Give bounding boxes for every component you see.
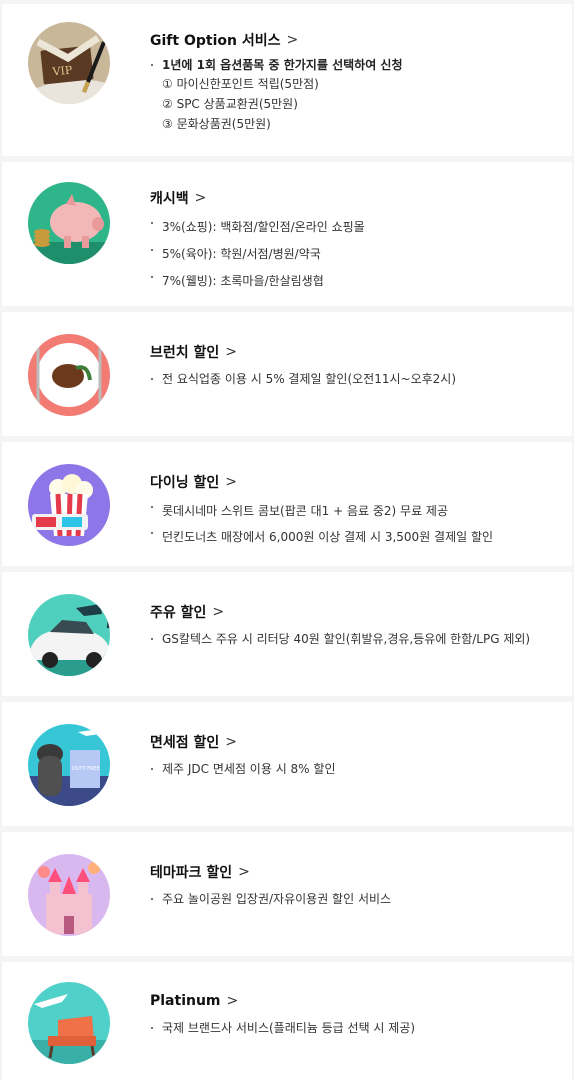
benefit-card-dining: 다이닝 할인 > 롯데시네마 스위트 콤보(팝콘 대1 + 음료 중2) 무료 …	[2, 442, 572, 566]
chevron-right-icon: >	[286, 32, 299, 48]
steak-plate-image	[28, 334, 110, 416]
chevron-right-icon: >	[238, 864, 250, 880]
benefit-card-cashback: 캐시백 > 3%(쇼핑): 백화점/할인점/온라인 쇼핑몰 5%(육아): 학원…	[2, 162, 572, 306]
benefit-card-duty-free: DUTY FREE 면세점 할인 > 제주 JDC 면세점 이용 시 8% 할인	[2, 702, 572, 826]
benefit-item: 던킨도너츠 매장에서 6,000원 이상 결제 시 3,500원 결제일 할인	[150, 524, 562, 550]
chevron-right-icon: >	[225, 734, 238, 750]
airplane-lounge-chair-image	[28, 982, 110, 1064]
benefit-subitem: ③ 문화상품권(5만원)	[162, 117, 271, 131]
benefit-card-theme-park: 테마파크 할인 > 주요 놀이공원 입장권/자유이용권 할인 서비스	[2, 832, 572, 956]
benefit-item: 7%(웰빙): 초록마을/한살림생협	[150, 268, 562, 295]
popcorn-3d-glasses-image	[28, 464, 110, 546]
benefit-title-link[interactable]: 브런치 할인 >	[150, 342, 237, 362]
chevron-right-icon: >	[194, 190, 207, 206]
vip-text: VIP	[51, 63, 74, 78]
chevron-right-icon: >	[226, 993, 239, 1009]
benefit-item: 제주 JDC 면세점 이용 시 8% 할인	[150, 760, 562, 778]
benefit-item: 3%(쇼핑): 백화점/할인점/온라인 쇼핑몰	[150, 214, 562, 241]
benefit-item: 롯데시네마 스위트 콤보(팝콘 대1 + 음료 중2) 무료 제공	[150, 498, 562, 524]
benefit-title-link[interactable]: 캐시백 >	[150, 188, 206, 208]
castle-balloons-image	[28, 854, 110, 936]
benefit-title: Gift Option 서비스	[150, 33, 281, 49]
benefit-item: 국제 브랜드사 서비스(플래티늄 등급 선택 시 제공)	[150, 1019, 562, 1037]
benefit-card-gift-option: VIP Gift Option 서비스 > 1년에 1회 옵션품목 중 한가지를…	[2, 4, 572, 156]
benefit-title-link[interactable]: 테마파크 할인 >	[150, 862, 250, 882]
benefit-card-platinum: Platinum > 국제 브랜드사 서비스(플래티늄 등급 선택 시 제공)	[2, 962, 572, 1080]
benefit-card-fuel: 주유 할인 > GS칼텍스 주유 시 리터당 40원 할인(휘발유,경유,등유에…	[2, 572, 572, 696]
dolharubang-airplane-bag-image: DUTY FREE	[28, 724, 110, 806]
chevron-right-icon: >	[212, 604, 225, 620]
chevron-right-icon: >	[225, 344, 238, 360]
benefit-title: 면세점 할인	[150, 735, 220, 751]
vip-card-pen-image: VIP	[28, 22, 110, 104]
benefit-item: GS칼텍스 주유 시 리터당 40원 할인(휘발유,경유,등유에 한함/LPG …	[150, 630, 562, 648]
benefit-item: 주요 놀이공원 입장권/자유이용권 할인 서비스	[150, 890, 562, 908]
benefit-title: 주유 할인	[150, 605, 207, 621]
benefit-item: 5%(육아): 학원/서점/병원/약국	[150, 241, 562, 268]
piggy-bank-image	[28, 182, 110, 264]
benefit-subitem: ② SPC 상품교환권(5만원)	[162, 97, 298, 111]
benefit-title-link[interactable]: 주유 할인 >	[150, 602, 224, 622]
benefit-title-link[interactable]: Platinum >	[150, 991, 238, 1011]
benefit-card-brunch: 브런치 할인 > 전 요식업종 이용 시 5% 결제일 할인(오전11시~오후2…	[2, 312, 572, 436]
benefit-subitem: ① 마이신한포인트 적립(5만점)	[162, 77, 319, 91]
benefit-title-link[interactable]: Gift Option 서비스 >	[150, 30, 298, 50]
benefit-title: 브런치 할인	[150, 345, 220, 361]
benefit-item: 전 요식업종 이용 시 5% 결제일 할인(오전11시~오후2시)	[150, 370, 562, 388]
chevron-right-icon: >	[225, 474, 238, 490]
bag-label-text: DUTY FREE	[72, 766, 100, 772]
benefit-title: Platinum	[150, 993, 221, 1009]
benefit-title-link[interactable]: 다이닝 할인 >	[150, 472, 237, 492]
benefit-item: 1년에 1회 옵션품목 중 한가지를 선택하여 신청	[150, 56, 562, 74]
benefit-title: 캐시백	[150, 191, 189, 207]
benefit-title: 다이닝 할인	[150, 475, 220, 491]
benefit-title-link[interactable]: 면세점 할인 >	[150, 732, 237, 752]
car-fuel-nozzle-image	[28, 594, 110, 676]
benefit-title: 테마파크 할인	[150, 865, 233, 881]
